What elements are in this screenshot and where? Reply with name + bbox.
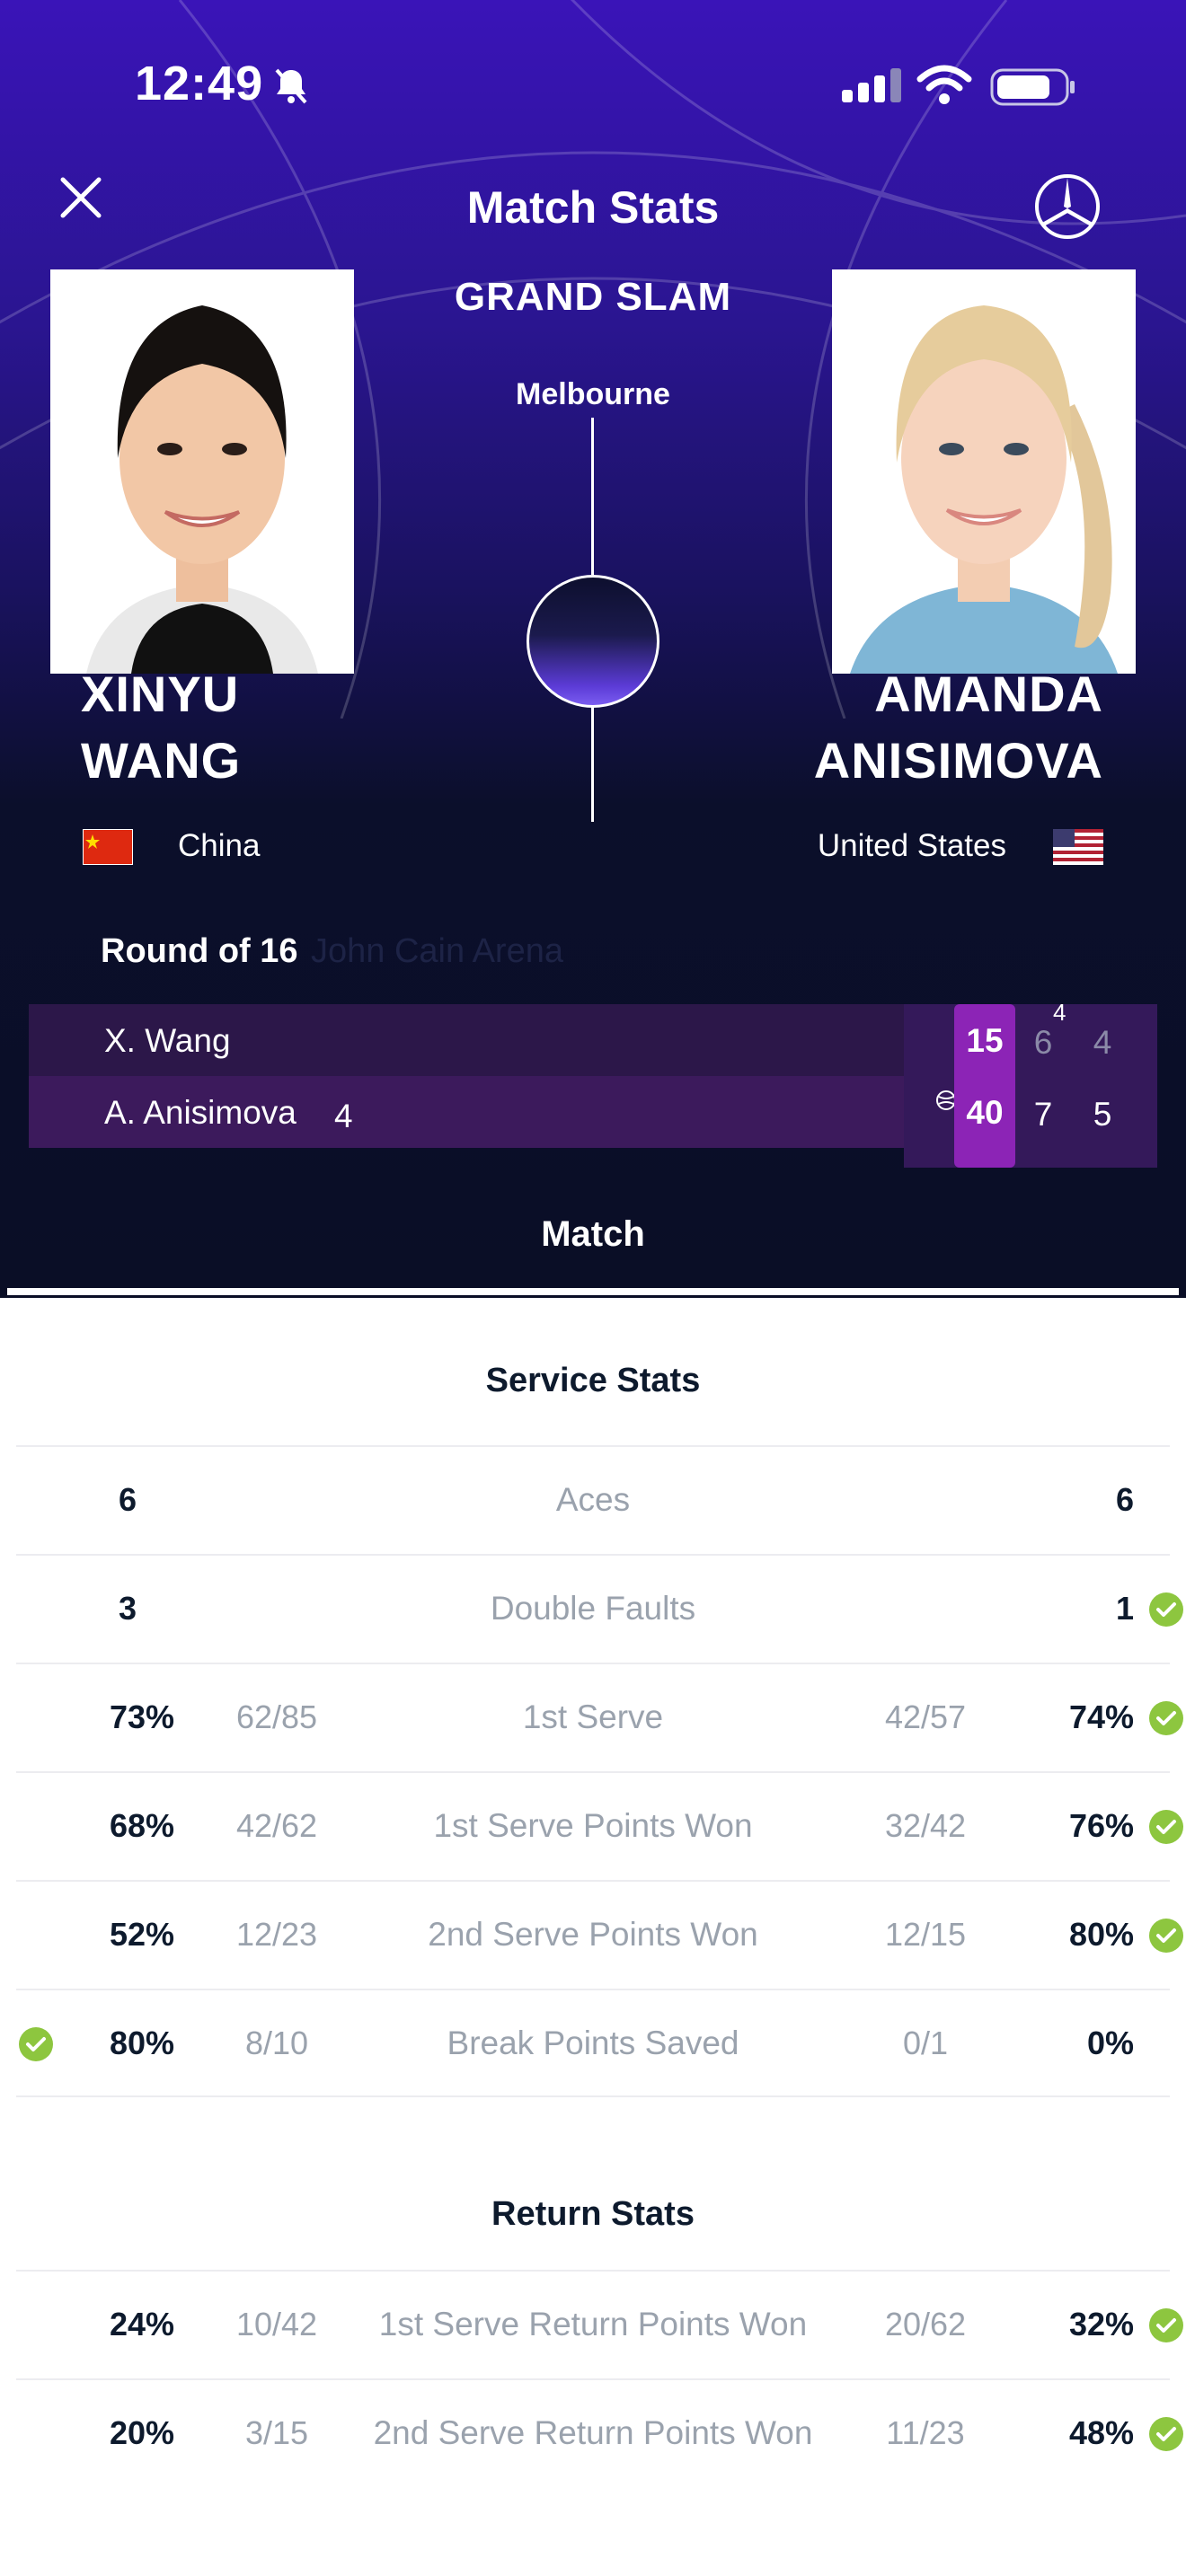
- china-flag-icon: [83, 829, 133, 865]
- stat-row-1st-serve-points-won: 68% 42/62 1st Serve Points Won 32/42 76%: [16, 1771, 1183, 1880]
- status-time: 12:49: [135, 57, 264, 110]
- stat-right-value: 32%: [1068, 2306, 1134, 2342]
- match-round: Round of 16: [101, 932, 298, 970]
- check-icon: [1149, 1701, 1183, 1735]
- stat-row-1st-serve-return-points-won: 24% 10/42 1st Serve Return Points Won 20…: [16, 2270, 1183, 2378]
- stat-row-break-points-saved: 80% 8/10 Break Points Saved 0/1 0%: [16, 1989, 1170, 2097]
- scoreboard-player2-name: A. Anisimova: [104, 1094, 296, 1131]
- stat-row-aces: 6 Aces 6: [16, 1445, 1170, 1554]
- cellular-signal-icon: [842, 68, 901, 102]
- match-header: 12:49 Match Stats GRAND SLAM Melbourne X…: [0, 0, 1186, 1298]
- stat-right-value: 0%: [1086, 2025, 1134, 2061]
- stat-right-fraction: 20/62: [884, 2306, 967, 2342]
- stat-row-2nd-serve-return-points-won: 20% 3/15 2nd Serve Return Points Won 11/…: [16, 2378, 1183, 2487]
- match-venue: John Cain Arena: [311, 932, 563, 970]
- divider-line-top: [591, 418, 594, 575]
- player2-set2-score: 5: [1093, 1096, 1112, 1133]
- check-icon: [1149, 1810, 1183, 1844]
- stat-row-double-faults: 3 Double Faults 1: [16, 1554, 1183, 1663]
- player-right-portrait-image: [832, 269, 1136, 674]
- player-right-country: United States: [817, 828, 1006, 863]
- check-icon: [1149, 1919, 1183, 1953]
- stat-right-value: 74%: [1068, 1698, 1134, 1735]
- service-stats-title: Service Stats: [485, 1362, 701, 1399]
- divider-line-bottom: [591, 705, 594, 822]
- scoreboard-player1-name: X. Wang: [104, 1022, 231, 1059]
- player-right-name: AMANDA ANISIMOVA: [813, 666, 1103, 789]
- sponsor-star-logo-icon: [1035, 174, 1100, 239]
- player-left-photo: [50, 269, 354, 674]
- player1-set2-score: 4: [1093, 1024, 1112, 1061]
- stat-right-fraction: 12/15: [884, 1916, 967, 1953]
- player2-set1-score: 7: [1033, 1096, 1053, 1133]
- check-icon: [1149, 1592, 1183, 1627]
- versus-ball-graphic: [527, 575, 659, 708]
- stat-right-fraction: 0/1: [902, 2025, 949, 2061]
- stat-right-fraction: 32/42: [884, 1807, 967, 1844]
- battery-icon: [990, 68, 1075, 106]
- player-left-portrait-image: [50, 269, 354, 674]
- scoreboard-player2-seed: 4: [334, 1098, 353, 1134]
- player1-set1-score: 6: [1033, 1024, 1053, 1061]
- status-bar: 12:49: [0, 0, 1186, 171]
- player1-set1-tiebreak: 4: [1053, 999, 1067, 1026]
- player-left-name: XINYU WANG: [81, 666, 242, 789]
- player1-game-points: 15: [966, 1022, 1004, 1059]
- scoreboard[interactable]: X. Wang A. Anisimova 4 15 40 6 4 4 7 5: [29, 999, 1157, 1168]
- check-icon: [1149, 2308, 1183, 2342]
- player2-game-points: 40: [966, 1094, 1004, 1131]
- tab-match-indicator: [7, 1288, 1179, 1295]
- return-stats-title: Return Stats: [491, 2195, 695, 2233]
- player-right-photo: [832, 269, 1136, 674]
- player-left-country: China: [178, 828, 261, 863]
- check-icon: [1149, 2417, 1183, 2451]
- tab-match[interactable]: Match: [0, 1214, 1186, 1255]
- stat-right-fraction: 11/23: [886, 2414, 965, 2451]
- stat-row-1st-serve: 73% 62/85 1st Serve 42/57 74%: [16, 1663, 1183, 1771]
- stat-right-value: 48%: [1068, 2414, 1134, 2451]
- page-title: Match Stats: [466, 182, 720, 233]
- top-bar: Match Stats: [0, 162, 1186, 251]
- usa-flag-icon: [1053, 829, 1103, 865]
- stat-right-fraction: 42/57: [884, 1698, 967, 1735]
- stat-right-value: 6: [1115, 1481, 1134, 1518]
- stat-right-value: 80%: [1068, 1916, 1134, 1953]
- stat-row-2nd-serve-points-won: 52% 12/23 2nd Serve Points Won 12/15 80%: [16, 1880, 1183, 1989]
- wifi-icon: [916, 65, 972, 104]
- stat-right-value: 1: [1115, 1590, 1134, 1627]
- stat-right-value: 76%: [1068, 1807, 1134, 1844]
- bell-muted-icon: [275, 68, 307, 104]
